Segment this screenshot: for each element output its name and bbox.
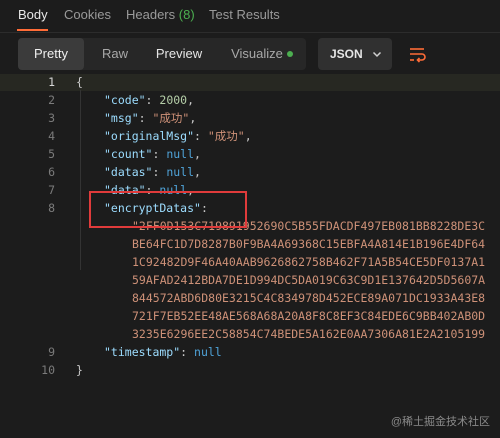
response-body-editor[interactable]: 1{ 2 "code": 2000, 3 "msg": "成功", 4 "origin… <box>0 72 500 438</box>
line-number: 3 <box>48 111 55 125</box>
raw-button[interactable]: Raw <box>84 38 146 70</box>
watermark: @稀土掘金技术社区 <box>390 416 490 428</box>
json-key: "originalMsg" <box>104 129 195 143</box>
json-string: "成功" <box>207 129 245 143</box>
line-number: 10 <box>41 363 55 377</box>
response-tabs: Body Cookies Headers (8) Test Results <box>0 0 500 32</box>
format-select-value: JSON <box>330 47 363 61</box>
code-line-5: 5 "count": null, <box>0 146 500 163</box>
json-key: "count" <box>104 147 153 161</box>
visualize-button[interactable]: Visualize <box>218 38 306 70</box>
line-number: 6 <box>48 165 55 179</box>
code-line-3: 3 "msg": "成功", <box>0 110 500 127</box>
code-line-1: 1{ <box>0 74 500 91</box>
open-brace: { <box>76 75 83 89</box>
code-line-8: 8 "encryptDatas": <box>0 200 500 217</box>
json-key: "msg" <box>104 111 139 125</box>
tab-test-results[interactable]: Test Results <box>209 7 280 22</box>
visualize-label: Visualize <box>231 46 283 61</box>
tab-headers[interactable]: Headers (8) <box>126 7 195 22</box>
pretty-button[interactable]: Pretty <box>18 38 84 70</box>
view-mode-bar: Pretty Raw Preview Visualize <box>18 38 306 70</box>
encrypted-string-line: 721F7EB52EE48AE568A68A20A8F8C8EF3C84EDE6… <box>132 309 486 323</box>
wrap-lines-icon <box>410 48 426 63</box>
line-number: 1 <box>48 75 55 89</box>
json-null: null <box>166 165 195 179</box>
tab-cookies[interactable]: Cookies <box>64 7 111 22</box>
chevron-down-icon <box>372 51 382 58</box>
encrypted-string-line: 3235E6296EE2C58854C74BEDE5A162E0AA7306A8… <box>132 327 486 341</box>
preview-button[interactable]: Preview <box>146 38 212 70</box>
annotation-highlight-box <box>89 191 247 228</box>
code-line-7: 7 "data": null, <box>0 182 500 199</box>
indent-guide <box>80 90 81 270</box>
encrypted-string-line: 844572ABD6D80E3215C4C834978D452ECE89A071… <box>132 291 486 305</box>
json-null: null <box>166 147 195 161</box>
format-select[interactable]: JSON <box>318 38 392 70</box>
tab-body[interactable]: Body <box>18 7 48 22</box>
wrap-lines-button[interactable] <box>403 40 431 68</box>
tab-headers-label: Headers <box>126 7 176 22</box>
headers-count-badge: (8) <box>178 7 195 22</box>
json-number: 2000 <box>159 93 188 107</box>
tabs-divider <box>0 32 500 33</box>
json-key: "datas" <box>104 165 153 179</box>
encrypted-string-line: 1C92482D9F46A40AAB9626862758B462F71A5B54… <box>132 255 486 269</box>
close-brace: } <box>76 363 83 377</box>
encrypted-string-line: BE64FC1D7D8287B0F9BA4A69368C15EBFA4A814E… <box>132 237 486 251</box>
code-line-10: 10} <box>0 362 500 379</box>
code-line-6: 6 "datas": null, <box>0 164 500 181</box>
code-line-4: 4 "originalMsg": "成功", <box>0 128 500 145</box>
code-line-2: 2 "code": 2000, <box>0 92 500 109</box>
line-number: 9 <box>48 345 55 359</box>
line-number: 7 <box>48 183 55 197</box>
line-number: 4 <box>48 129 55 143</box>
line-number: 2 <box>48 93 55 107</box>
encrypted-string-line: "2FF0D153C719891952690C5B55FDACDF497EB08… <box>132 219 486 233</box>
json-key: "code" <box>104 93 146 107</box>
code-line-9: 9 "timestamp": null <box>0 344 500 361</box>
line-number: 5 <box>48 147 55 161</box>
json-key: "timestamp" <box>104 345 181 359</box>
json-string: "成功" <box>152 111 190 125</box>
line-number: 8 <box>48 201 55 215</box>
json-null: null <box>194 345 222 359</box>
encrypted-string-line: 59AFAD2412BDA7DE1D994DC5DA019C63C9D1E137… <box>132 273 486 287</box>
active-tab-indicator <box>17 29 48 31</box>
status-dot-icon <box>286 51 293 57</box>
